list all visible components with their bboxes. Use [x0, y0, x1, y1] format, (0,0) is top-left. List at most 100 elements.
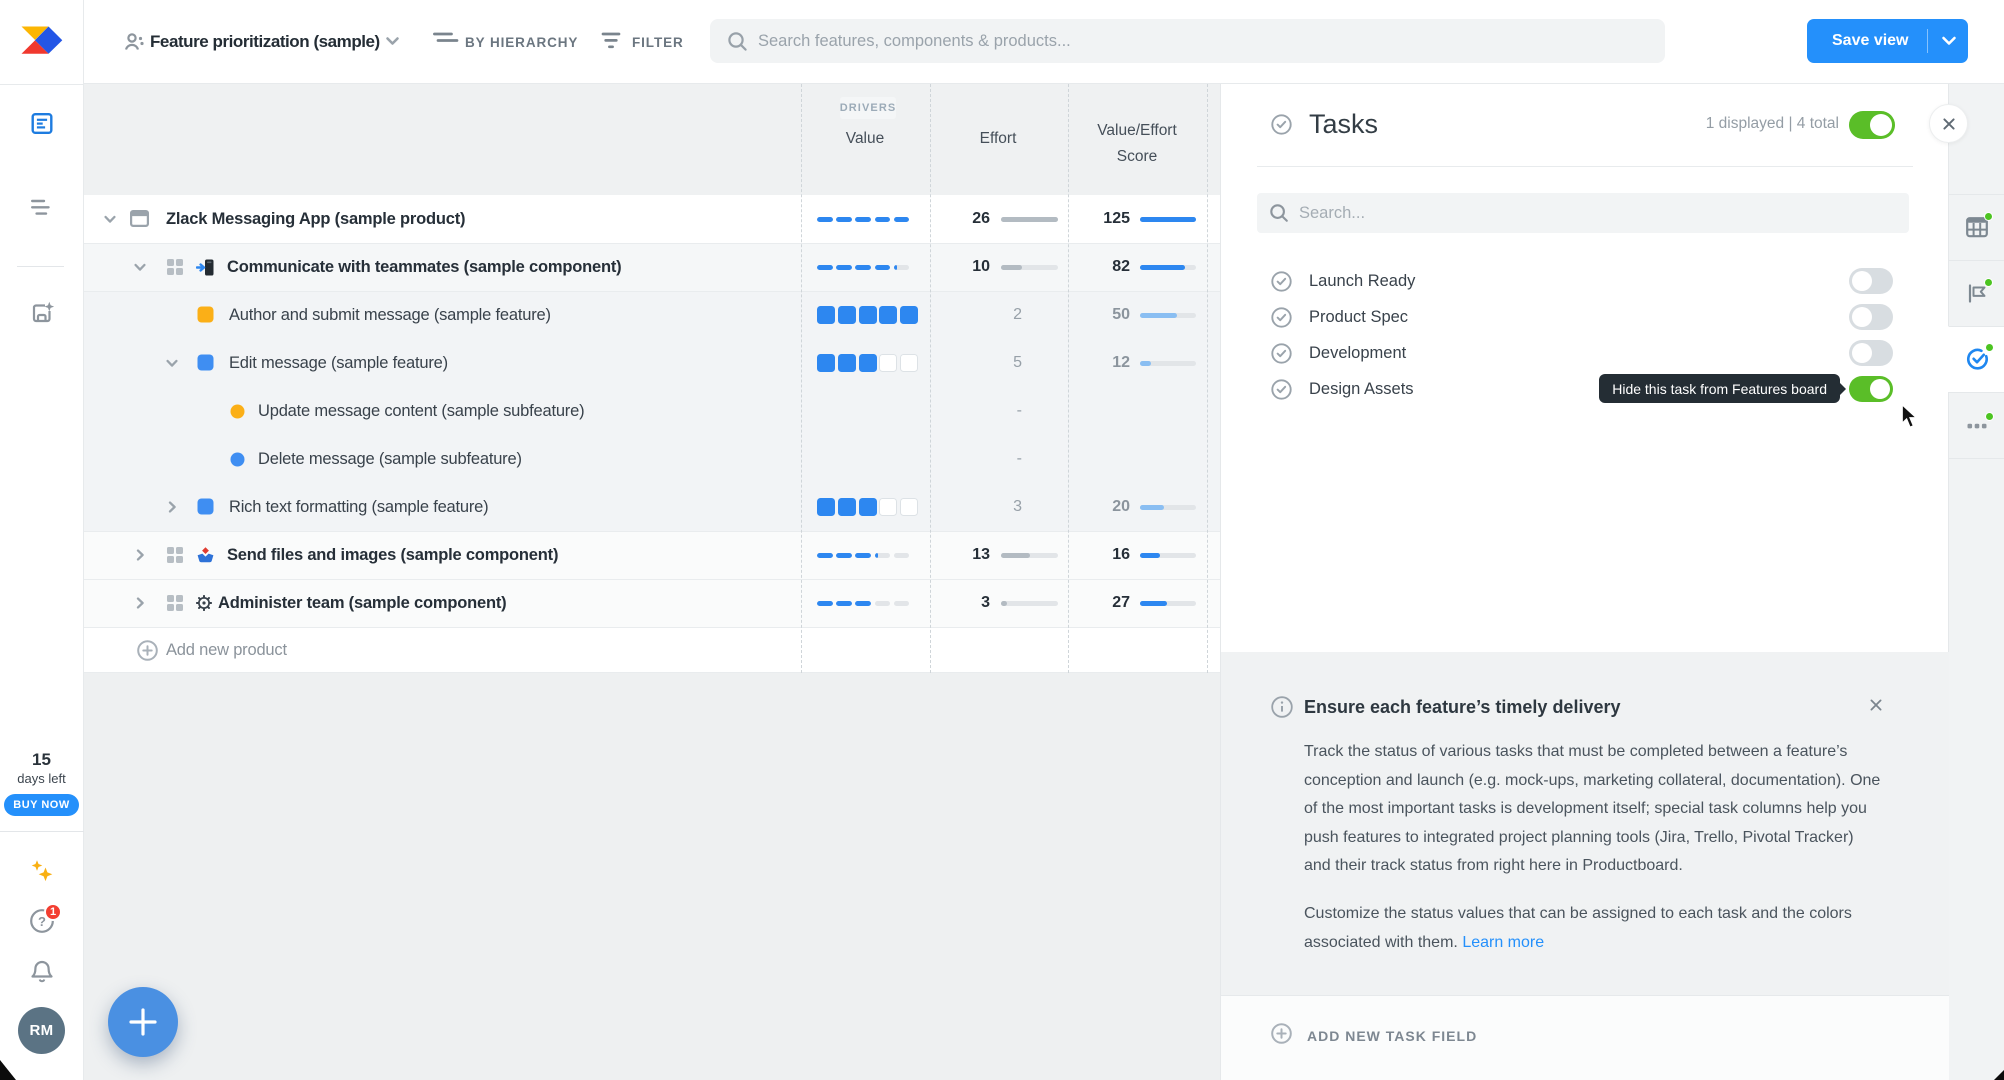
rail-tab-ellipsis-icon[interactable] — [1948, 392, 2004, 458]
panel-close-button[interactable] — [1929, 104, 1968, 143]
value-dashes[interactable] — [817, 243, 909, 291]
row-label[interactable]: Zlack Messaging App (sample product) — [166, 195, 465, 243]
tasks-search-placeholder: Search... — [1299, 204, 1365, 223]
table-row-feature[interactable]: Author and submit message (sample featur… — [84, 291, 1220, 339]
task-row[interactable]: Development — [1221, 335, 1949, 371]
view-title-caret-icon[interactable] — [385, 36, 400, 46]
table-row-subfeature[interactable]: Update message content (sample subfeatur… — [84, 387, 1220, 435]
topbar: Feature prioritization (sample) BY HIERA… — [84, 0, 2004, 84]
row-label[interactable]: Edit message (sample feature) — [229, 339, 448, 387]
row-label[interactable]: Send files and images (sample component) — [227, 531, 558, 579]
score-bar — [1140, 265, 1196, 270]
row-label[interactable]: Delete message (sample subfeature) — [258, 435, 522, 483]
score-value: 82 — [1040, 243, 1130, 291]
chevron-right-icon[interactable] — [134, 549, 146, 561]
row-label[interactable]: Author and submit message (sample featur… — [229, 291, 551, 339]
filter-icon — [601, 32, 621, 51]
task-row[interactable]: Product Spec — [1221, 299, 1949, 335]
search-placeholder: Search features, components & products..… — [758, 32, 1071, 51]
plus-circle-icon — [137, 640, 158, 661]
task-toggle[interactable] — [1849, 340, 1893, 366]
value-dashes[interactable] — [817, 579, 909, 627]
chevron-down-icon[interactable] — [134, 261, 146, 273]
features-board-icon[interactable] — [31, 113, 52, 134]
value-squares[interactable] — [817, 339, 918, 387]
buy-now-button[interactable]: BUY NOW — [4, 794, 78, 816]
value-dashes[interactable] — [817, 531, 909, 579]
add-new-product-row[interactable]: Add new product — [84, 627, 1220, 673]
sidebar: 15 days left BUY NOW ? 1 RM — [0, 0, 84, 1080]
save-view-label: Save view — [1832, 32, 1909, 50]
value-dashes[interactable] — [817, 195, 909, 243]
row-label[interactable]: Rich text formatting (sample feature) — [229, 483, 488, 531]
feature-table: DRIVERS Value Effort Value/Effort Score … — [84, 84, 1220, 1080]
row-label[interactable]: Update message content (sample subfeatur… — [258, 387, 584, 435]
search-input[interactable]: Search features, components & products..… — [710, 19, 1665, 63]
tasks-search-input[interactable]: Search... — [1257, 193, 1909, 233]
score-value: 20 — [1040, 483, 1130, 531]
filter-button[interactable]: FILTER — [632, 0, 684, 84]
effort-value: 5 — [932, 339, 1022, 387]
save-view-button[interactable]: Save view — [1807, 19, 1968, 63]
blue-circle-icon — [230, 452, 245, 467]
view-title[interactable]: Feature prioritization (sample) — [150, 0, 380, 84]
row-label[interactable]: Communicate with teammates (sample compo… — [227, 243, 621, 291]
task-toggle[interactable] — [1849, 304, 1893, 330]
column-header-value[interactable]: Value — [835, 126, 895, 151]
productboard-logo[interactable] — [21, 26, 62, 54]
check-circle-icon — [1271, 307, 1292, 328]
table-row-component[interactable]: Communicate with teammates (sample compo… — [84, 243, 1220, 291]
search-icon — [1269, 203, 1289, 223]
chevron-right-icon[interactable] — [166, 501, 178, 513]
add-fab-button[interactable] — [108, 987, 178, 1057]
plus-icon — [128, 1007, 158, 1037]
value-squares[interactable] — [817, 291, 918, 339]
chevron-right-icon[interactable] — [134, 597, 146, 609]
chevron-down-icon[interactable] — [166, 357, 178, 369]
tasks-count: 1 displayed | 4 total — [1706, 84, 1839, 164]
table-row-product[interactable]: Zlack Messaging App (sample product)2612… — [84, 195, 1220, 243]
effort-value: 13 — [900, 531, 990, 579]
add-new-task-field-button[interactable]: ADD NEW TASK FIELD — [1221, 995, 1949, 1080]
grid-icon[interactable] — [166, 594, 184, 612]
rail-tab-tasks-check-icon[interactable] — [1948, 326, 2004, 392]
info-close-icon[interactable] — [1869, 698, 1883, 712]
avatar[interactable]: RM — [18, 1007, 65, 1054]
sparkles-icon[interactable] — [29, 858, 55, 884]
tasks-visibility-toggle[interactable] — [1849, 111, 1895, 139]
chevron-down-icon[interactable] — [104, 213, 116, 225]
grid-icon[interactable] — [166, 546, 184, 564]
table-row-feature[interactable]: Edit message (sample feature)512 — [84, 339, 1220, 387]
rail-tab-sheet-icon[interactable] — [1948, 194, 2004, 260]
bell-icon[interactable] — [29, 959, 54, 985]
tasks-panel-header: Tasks 1 displayed | 4 total — [1221, 84, 1949, 166]
portal-icon[interactable] — [29, 301, 54, 326]
sidebar-divider — [17, 266, 64, 267]
column-guide — [1068, 84, 1069, 673]
yellow-circle-icon — [230, 404, 245, 419]
column-header-effort[interactable]: Effort — [968, 126, 1028, 151]
table-header: DRIVERS Value Effort Value/Effort Score — [84, 84, 1220, 195]
table-row-component[interactable]: Administer team (sample component)327 — [84, 579, 1220, 627]
info-paragraph-1: Track the status of various tasks that m… — [1304, 738, 1894, 881]
learn-more-link[interactable]: Learn more — [1462, 934, 1544, 951]
corner-cursor-artifact — [0, 1060, 16, 1080]
by-hierarchy-button[interactable]: BY HIERARCHY — [465, 0, 578, 84]
sheet-icon — [1966, 217, 1988, 238]
value-squares[interactable] — [817, 483, 918, 531]
grid-icon[interactable] — [166, 258, 184, 276]
table-row-subfeature[interactable]: Delete message (sample subfeature)- — [84, 435, 1220, 483]
column-header-score[interactable]: Value/Effort Score — [1057, 118, 1217, 170]
sidebar-top-divider — [0, 84, 84, 85]
rail-tab-flag-icon[interactable] — [1948, 260, 2004, 326]
task-row[interactable]: Launch Ready — [1221, 263, 1949, 299]
prioritization-icon[interactable] — [31, 199, 53, 216]
plus-circle-icon — [1271, 1023, 1292, 1044]
table-row-feature[interactable]: Rich text formatting (sample feature)320 — [84, 483, 1220, 531]
row-label[interactable]: Administer team (sample component) — [218, 579, 506, 627]
task-toggle[interactable] — [1849, 376, 1893, 402]
save-view-caret-icon[interactable] — [1941, 36, 1957, 46]
task-toggle[interactable] — [1849, 268, 1893, 294]
table-row-component[interactable]: Send files and images (sample component)… — [84, 531, 1220, 579]
score-bar — [1140, 553, 1196, 558]
